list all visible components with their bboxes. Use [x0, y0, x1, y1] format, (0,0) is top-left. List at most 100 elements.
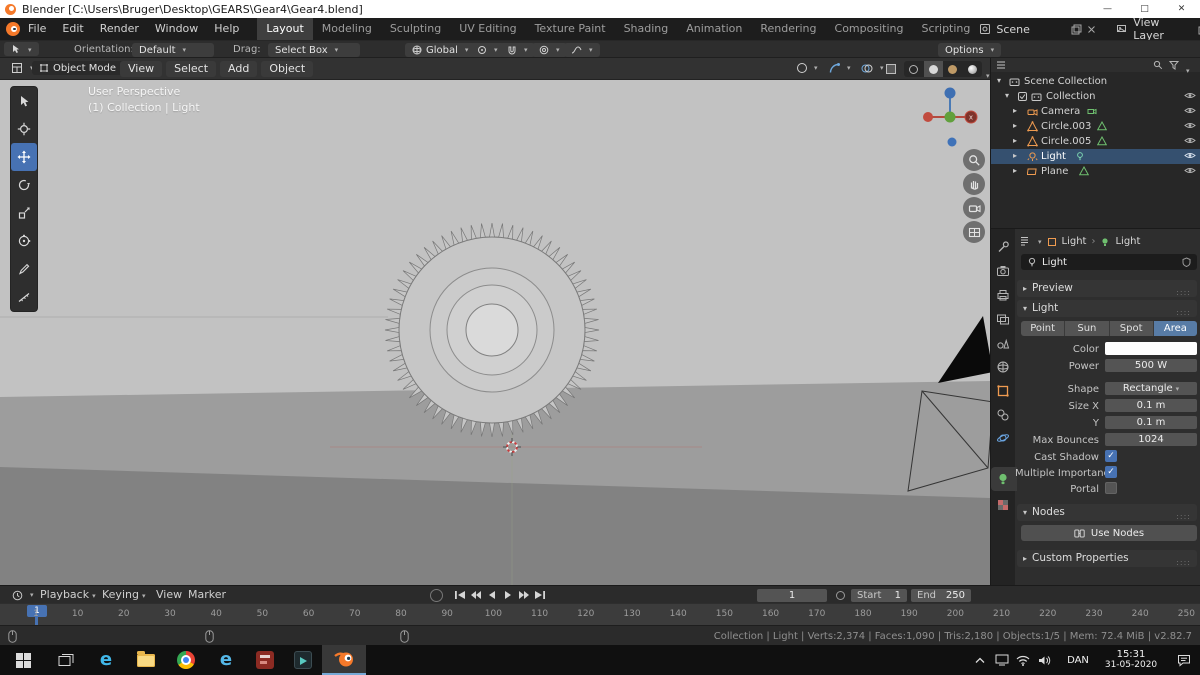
world-properties-tab[interactable] [995, 359, 1011, 375]
axis-gizmo[interactable]: x [921, 84, 979, 148]
outliner-row-circle-003[interactable]: Circle.003 [991, 119, 1200, 134]
options-dropdown[interactable]: Options [938, 43, 1002, 57]
frame-end-field[interactable]: End 250 [911, 589, 971, 602]
cast-shadow-checkbox[interactable] [1105, 450, 1117, 462]
eye-icon[interactable] [1184, 166, 1196, 175]
disclosure-icon[interactable] [997, 75, 1006, 86]
start-button[interactable] [0, 645, 46, 675]
task-view-button[interactable] [46, 645, 86, 675]
view-layer-name[interactable]: View Layer [1133, 16, 1193, 42]
workspace-tab-texture-paint[interactable]: Texture Paint [526, 18, 615, 40]
jump-to-start-button[interactable] [452, 589, 467, 601]
scene-properties-tab[interactable] [995, 335, 1011, 351]
eye-icon[interactable] [1184, 91, 1196, 100]
current-frame-field[interactable]: 1 [757, 589, 827, 602]
portal-checkbox[interactable] [1105, 482, 1117, 494]
menu-render[interactable]: Render [92, 18, 147, 40]
tool-tab[interactable] [995, 239, 1011, 255]
viewport-menu-add[interactable]: Add [220, 61, 258, 77]
auto-keyframe-button[interactable] [430, 589, 443, 602]
taskbar-clock[interactable]: 15:31 31-05-2020 [1098, 645, 1164, 675]
outliner-row-plane[interactable]: Plane [991, 164, 1200, 179]
workspace-tab-rendering[interactable]: Rendering [751, 18, 825, 40]
jump-to-end-button[interactable] [532, 589, 547, 601]
eye-icon[interactable] [1184, 136, 1196, 145]
properties-editor-icon[interactable] [1019, 236, 1030, 247]
light-panel-header[interactable]: Light [1017, 300, 1197, 317]
timeline-editor-button[interactable] [5, 588, 41, 602]
max-bounces-field[interactable]: 1024 [1105, 433, 1197, 446]
frame-start-field[interactable]: Start 1 [851, 589, 907, 602]
new-scene-icon[interactable] [1071, 24, 1082, 35]
physics-tab[interactable] [995, 430, 1011, 446]
use-nodes-button[interactable]: Use Nodes [1021, 525, 1197, 541]
next-keyframe-button[interactable] [516, 589, 531, 601]
scale-tool[interactable] [11, 199, 37, 227]
workspace-tab-layout[interactable]: Layout [257, 18, 313, 40]
taskbar-app-dark-button[interactable] [284, 645, 322, 675]
toggle-perspective-button[interactable] [963, 221, 985, 243]
disclosure-icon[interactable] [1005, 90, 1014, 101]
nodes-panel-header[interactable]: Nodes [1017, 504, 1197, 521]
size-x-field[interactable]: 0.1 m [1105, 399, 1197, 412]
fake-user-shield-icon[interactable] [1182, 257, 1191, 267]
unlink-scene-icon[interactable] [1087, 25, 1096, 34]
tray-display-button[interactable] [992, 645, 1012, 675]
xray-toggle-icon[interactable] [886, 64, 896, 74]
viewport-menu-select[interactable]: Select [166, 61, 217, 77]
breadcrumb-object-label[interactable]: Light [1062, 236, 1087, 247]
light-type-spot[interactable]: Spot [1109, 321, 1153, 336]
workspace-tab-uv-editing[interactable]: UV Editing [450, 18, 525, 40]
viewport-canvas[interactable] [0, 80, 990, 585]
eye-icon[interactable] [1184, 106, 1196, 115]
light-type-point[interactable]: Point [1021, 321, 1065, 336]
scene-name[interactable]: Scene [996, 23, 1066, 36]
outliner-row-camera[interactable]: Camera [991, 104, 1200, 119]
menu-window[interactable]: Window [147, 18, 206, 40]
power-field[interactable]: 500 W [1105, 359, 1197, 372]
shading-dropdown-chevron[interactable] [983, 63, 990, 82]
gizmos-dropdown[interactable] [822, 61, 858, 75]
tray-volume-button[interactable] [1034, 645, 1054, 675]
menu-file[interactable]: File [20, 18, 54, 40]
custom-properties-panel-header[interactable]: Custom Properties [1017, 550, 1197, 567]
constraints-tab[interactable] [995, 407, 1011, 423]
outliner-editor-icon[interactable] [996, 60, 1006, 70]
play-reverse-button[interactable] [484, 589, 499, 601]
annotate-tool[interactable] [11, 255, 37, 283]
timeline-ruler[interactable]: 1 1 10 20 30 40 50 60 70 80 90 100 110 120 130 140 150 1… [0, 603, 1200, 626]
tray-network-button[interactable] [1013, 645, 1033, 675]
workspace-tab-scripting[interactable]: Scripting [912, 18, 979, 40]
color-swatch[interactable] [1105, 342, 1197, 355]
view-layer-properties-tab[interactable] [995, 311, 1011, 327]
mode-dropdown[interactable]: Object Mode [32, 61, 134, 75]
multiple-importance-checkbox[interactable] [1105, 466, 1117, 478]
outliner-search-icon[interactable] [1153, 60, 1163, 70]
light-type-sun[interactable]: Sun [1065, 321, 1109, 336]
shading-wireframe-icon[interactable] [904, 64, 924, 74]
texture-properties-tab[interactable] [995, 497, 1011, 513]
size-y-field[interactable]: 0.1 m [1105, 416, 1197, 429]
select-box-tool[interactable] [11, 87, 37, 115]
viewport-menu-object[interactable]: Object [261, 61, 314, 77]
transform-orientation-dropdown[interactable]: Global [405, 43, 476, 57]
outliner-row-collection[interactable]: Collection [991, 89, 1200, 104]
light-type-area[interactable]: Area [1153, 321, 1197, 336]
shape-dropdown[interactable]: Rectangle [1105, 382, 1197, 395]
visibility-dropdown[interactable] [790, 61, 825, 75]
taskbar-ie-button[interactable]: e [206, 645, 246, 675]
object-properties-tab[interactable] [995, 383, 1011, 399]
shading-material-icon[interactable] [943, 64, 963, 74]
menu-edit[interactable]: Edit [54, 18, 91, 40]
taskbar-edge-button[interactable]: e [86, 645, 126, 675]
taskbar-explorer-button[interactable] [126, 645, 166, 675]
camera-view-button[interactable] [963, 197, 985, 219]
measure-tool[interactable] [11, 283, 37, 311]
output-properties-tab[interactable] [995, 287, 1011, 303]
transform-tool[interactable] [11, 227, 37, 255]
render-properties-tab[interactable] [995, 263, 1011, 279]
scene-browse-icon[interactable] [979, 23, 991, 35]
timeline-menu-marker[interactable]: Marker [188, 586, 226, 604]
outliner-row-light[interactable]: Light [991, 149, 1200, 164]
viewport-menu-view[interactable]: View [120, 61, 163, 77]
